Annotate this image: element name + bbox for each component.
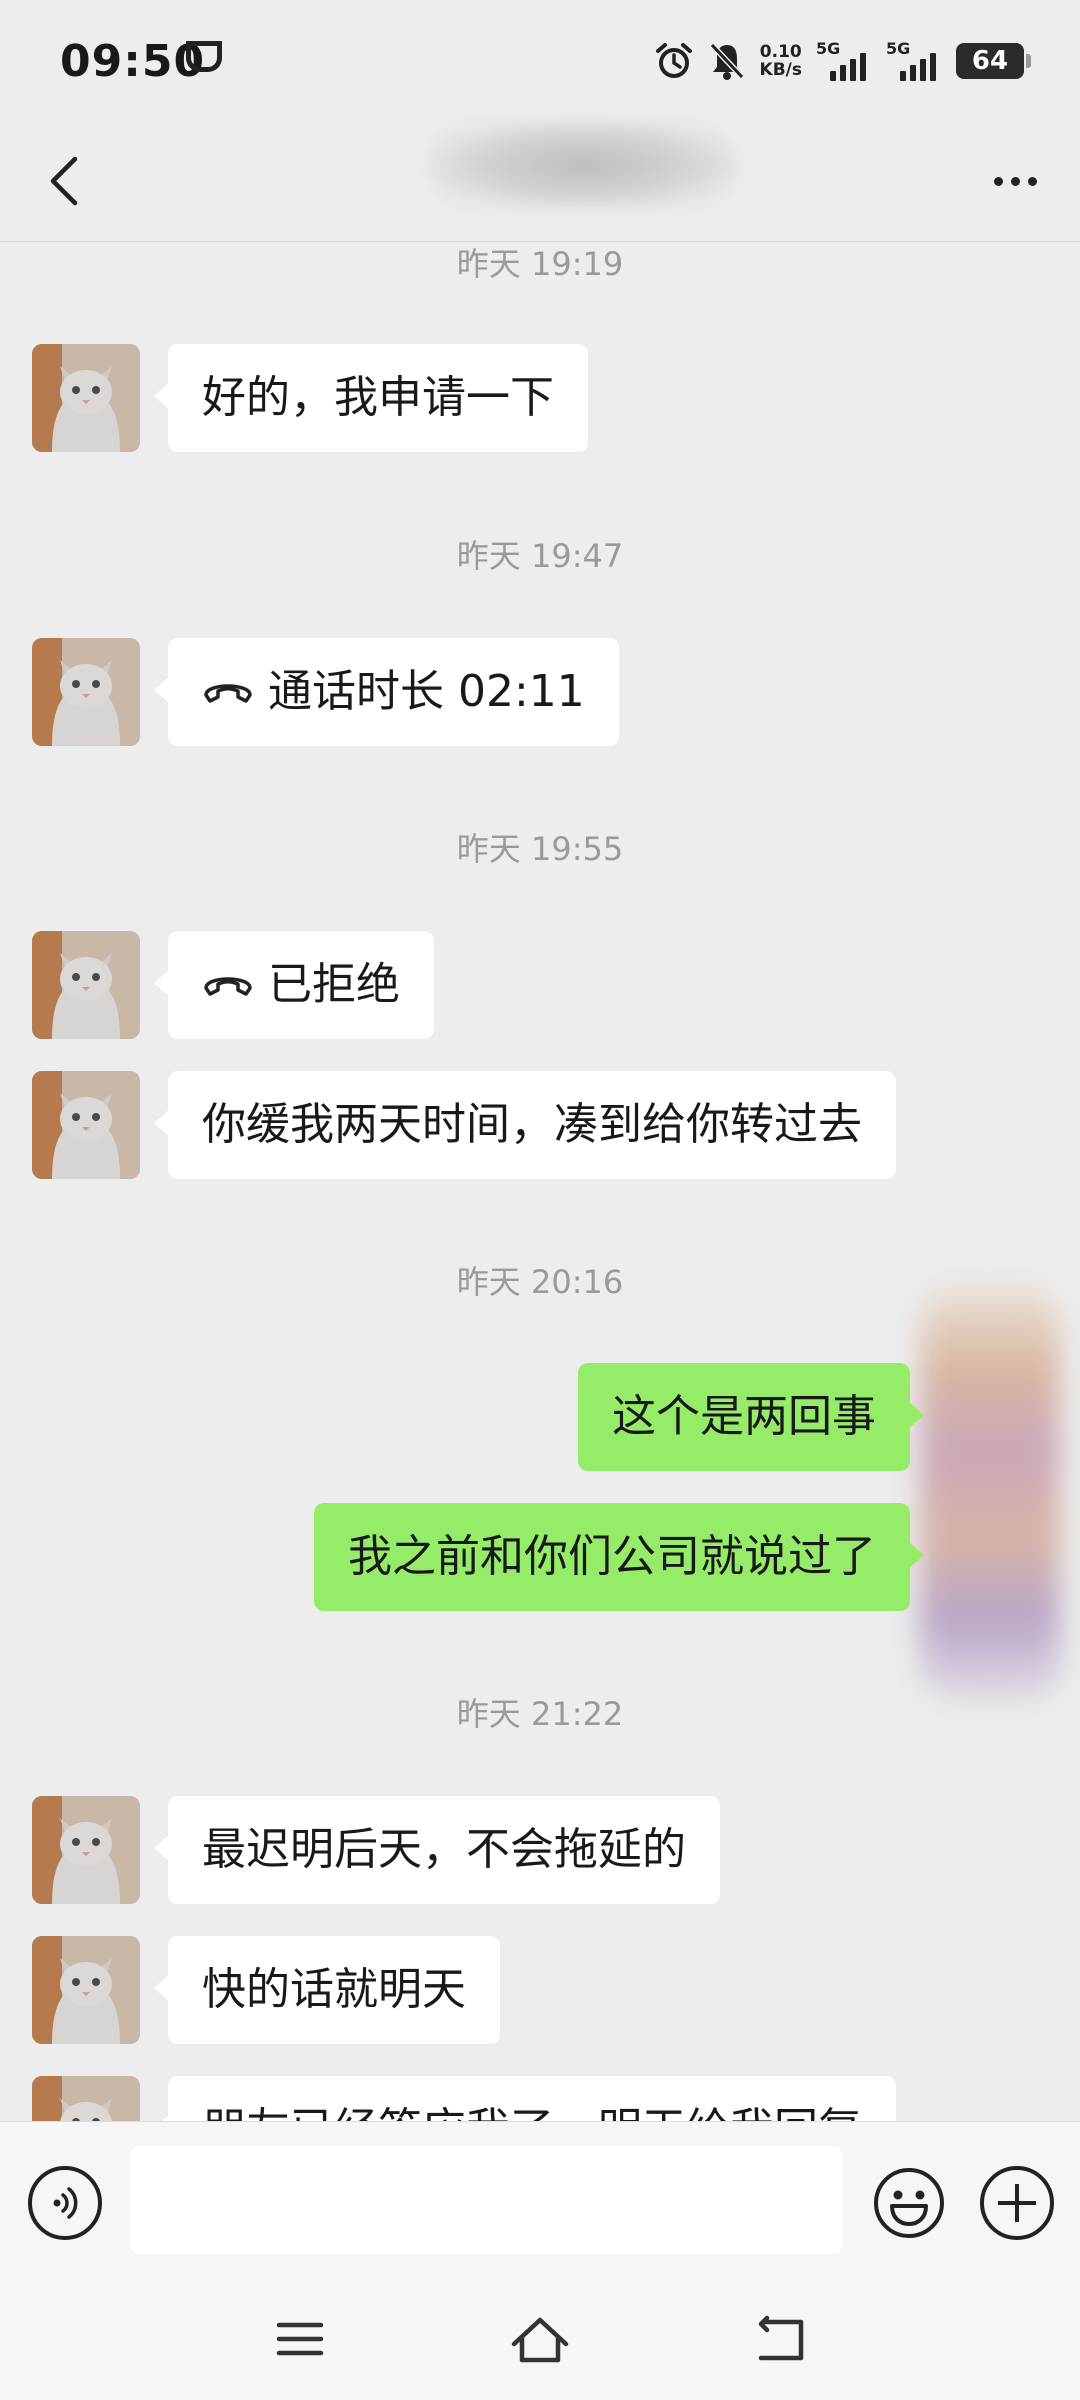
signal-sim2: 5G [886, 39, 942, 83]
net-speed: 0.10 KB/s [760, 43, 802, 79]
contact-avatar[interactable] [32, 2076, 140, 2121]
message-bubble[interactable]: 我之前和你们公司就说过了 [314, 1503, 924, 1611]
message-timestamp: 昨天 21:22 [456, 1695, 624, 1733]
message-bubble[interactable]: 最迟明后天，不会拖延的 [154, 1796, 720, 1904]
contact-avatar[interactable] [32, 638, 140, 746]
voice-button[interactable] [28, 2166, 102, 2240]
voice-icon [53, 2187, 78, 2219]
chat-messages[interactable]: 昨天 19:19 好的，我申请一下 昨天 19:47 通话时长 02:11 昨天… [0, 243, 1080, 2121]
call-duration-text: 通话时长 02:11 [268, 666, 585, 717]
nav-back-button[interactable] [740, 2304, 820, 2374]
system-nav-bar [0, 2280, 1080, 2400]
call-record-bubble[interactable]: 通话时长 02:11 [154, 638, 619, 746]
nav-home-button[interactable] [500, 2304, 580, 2374]
contact-avatar[interactable] [32, 1936, 140, 2044]
contact-avatar[interactable] [32, 1796, 140, 1904]
message-row-incoming: 朋友已经答应我了，明天给我回复 [0, 2076, 1080, 2121]
message-row-incoming: 你缓我两天时间，凑到给你转过去 [0, 1071, 1080, 1179]
emoji-button[interactable] [872, 2166, 946, 2240]
phone-call-icon [204, 684, 252, 703]
message-row-outgoing: 我之前和你们公司就说过了 [0, 1503, 1080, 1611]
message-row-incoming: 好的，我申请一下 [0, 344, 1080, 452]
net-speed-value: 0.10 [759, 42, 802, 62]
battery-indicator: 64 [956, 43, 1031, 79]
input-bar [0, 2121, 1080, 2280]
return-icon [758, 2315, 804, 2361]
more-dot [1010, 176, 1020, 186]
message-timestamp: 昨天 20:16 [456, 1263, 624, 1301]
signal-bars-icon [830, 53, 866, 81]
menu-icon [276, 2322, 324, 2356]
status-time: 09:50 [60, 36, 206, 87]
media-status-icon [186, 41, 222, 72]
nav-menu-button[interactable] [260, 2304, 340, 2374]
call-status-text: 已拒绝 [268, 959, 400, 1010]
message-timestamp: 昨天 19:55 [456, 830, 624, 868]
message-row-incoming: 最迟明后天，不会拖延的 [0, 1796, 1080, 1904]
contact-name [428, 120, 738, 210]
more-button[interactable] [980, 146, 1050, 216]
message-bubble[interactable]: 这个是两回事 [578, 1363, 924, 1471]
message-bubble[interactable]: 好的，我申请一下 [154, 344, 588, 452]
signal-bars-icon [900, 53, 936, 81]
plus-button[interactable] [980, 2166, 1054, 2240]
contact-avatar[interactable] [32, 1071, 140, 1179]
contact-avatar[interactable] [32, 931, 140, 1039]
call-record-bubble[interactable]: 已拒绝 [154, 931, 434, 1039]
message-timestamp: 昨天 19:19 [456, 245, 624, 283]
message-timestamp: 昨天 19:47 [456, 537, 624, 575]
message-input[interactable] [130, 2146, 842, 2254]
emoji-icon [874, 2168, 944, 2238]
status-bar: 09:50 0.10 KB/s 5G 5G 64 [0, 0, 1080, 120]
chevron-left-icon [50, 156, 78, 206]
message-row-incoming: 通话时长 02:11 [0, 638, 1080, 746]
mute-bell-icon [708, 41, 746, 81]
message-row-outgoing: 这个是两回事 [0, 1363, 1080, 1471]
status-icons: 0.10 KB/s 5G 5G 64 [654, 34, 1031, 88]
net-speed-unit: KB/s [759, 60, 802, 80]
contact-avatar[interactable] [32, 344, 140, 452]
chat-header [0, 120, 1080, 242]
alarm-icon [654, 41, 694, 81]
signal-sim1: 5G [816, 39, 872, 83]
message-bubble[interactable]: 朋友已经答应我了，明天给我回复 [154, 2076, 896, 2121]
self-avatar[interactable] [920, 1283, 1060, 1703]
message-bubble[interactable]: 你缓我两天时间，凑到给你转过去 [154, 1071, 896, 1179]
message-row-incoming: 已拒绝 [0, 931, 1080, 1039]
home-icon [511, 2317, 569, 2363]
more-dot [1027, 176, 1037, 186]
more-dots-icon [993, 176, 1003, 186]
message-bubble[interactable]: 快的话就明天 [154, 1936, 500, 2044]
phone-call-icon [204, 977, 252, 996]
back-button[interactable] [30, 146, 100, 216]
message-row-incoming: 快的话就明天 [0, 1936, 1080, 2044]
